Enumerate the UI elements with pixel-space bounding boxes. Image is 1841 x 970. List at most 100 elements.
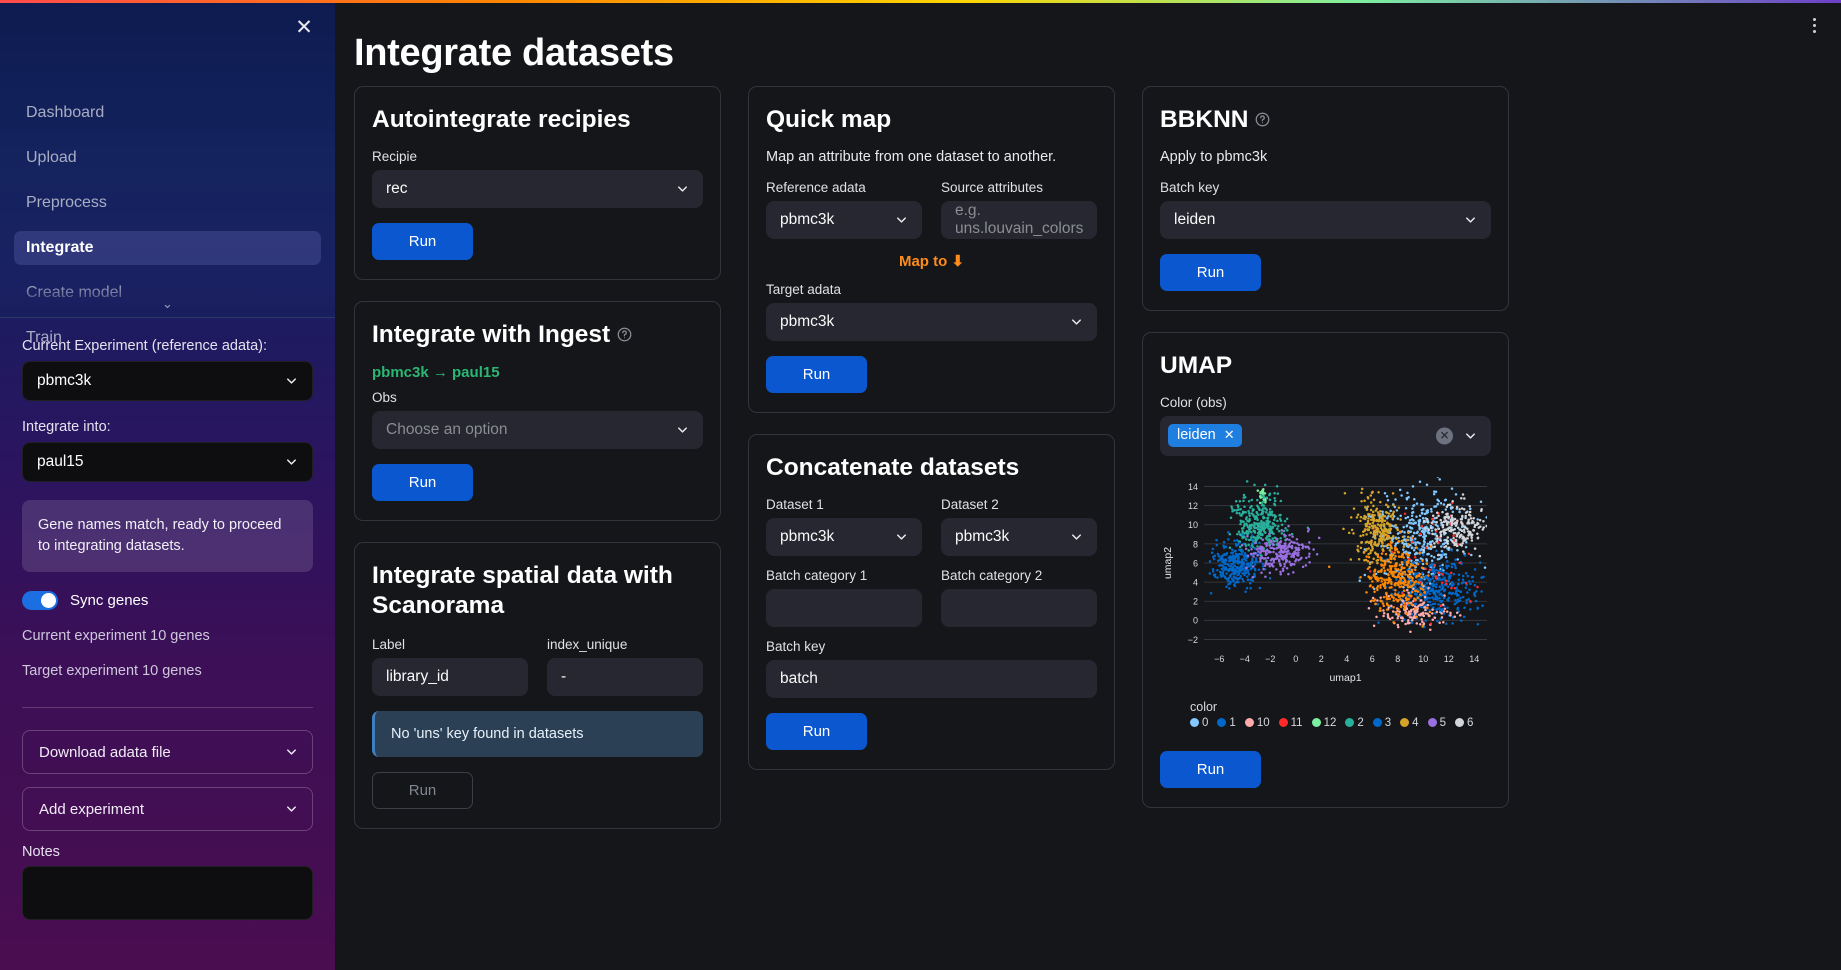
legend-color-dot	[1190, 718, 1199, 728]
svg-text:4: 4	[1193, 577, 1198, 587]
bbknn-batch-key-select[interactable]: leiden	[1160, 200, 1491, 239]
legend-item[interactable]: 5	[1427, 717, 1446, 729]
svg-text:0: 0	[1193, 615, 1198, 625]
scanorama-label-label: Label	[372, 636, 406, 652]
concatenate-batch-key-input[interactable]: batch	[766, 659, 1097, 698]
chevron-down-icon[interactable]	[1463, 428, 1478, 443]
legend-item[interactable]: 4	[1400, 717, 1419, 729]
reference-adata-select[interactable]: pbmc3k	[766, 200, 922, 239]
dataset2-label: Dataset 2	[941, 496, 999, 512]
svg-text:8: 8	[1395, 654, 1400, 664]
umap-color-chip-label: leiden	[1177, 427, 1216, 444]
ingest-run-button[interactable]: Run	[372, 463, 473, 501]
reference-adata-label: Reference adata	[766, 179, 866, 195]
bbknn-run-button[interactable]: Run	[1160, 253, 1261, 291]
legend-item[interactable]: 2	[1345, 716, 1364, 729]
sidebar-item-preprocess[interactable]: Preprocess	[14, 186, 321, 220]
sync-genes-toggle[interactable]	[22, 591, 58, 611]
svg-text:6: 6	[1370, 654, 1375, 664]
index-unique-value: -	[561, 667, 567, 685]
obs-select[interactable]: Choose an option	[372, 410, 703, 449]
sidebar-item-upload[interactable]: Upload	[14, 141, 321, 175]
dataset1-select[interactable]: pbmc3k	[766, 517, 922, 556]
sidebar-nav-scroll-hint: ⌄	[0, 283, 335, 317]
obs-label: Obs	[372, 389, 397, 405]
legend-item[interactable]: 6	[1454, 717, 1473, 729]
ingest-flow-text: pbmc3k → paul15	[372, 363, 500, 381]
help-circle-icon[interactable]	[617, 320, 632, 350]
scanorama-warning: No 'uns' key found in datasets	[372, 710, 703, 757]
close-icon[interactable]: ✕	[1224, 427, 1235, 443]
target-adata-select[interactable]: pbmc3k	[766, 302, 1097, 341]
kebab-menu-icon[interactable]	[1803, 12, 1825, 38]
integrate-into-select[interactable]: paul15	[22, 442, 313, 482]
map-to-indicator: Map to ⬇	[766, 252, 1097, 270]
quickmap-fields-row: Reference adata pbmc3k Source attributes	[766, 180, 1097, 239]
umap-run-button[interactable]: Run	[1160, 750, 1261, 788]
umap-color-chip[interactable]: leiden ✕	[1168, 424, 1242, 448]
clear-circle-icon[interactable]: ✕	[1436, 427, 1453, 445]
recipie-label: Recipie	[372, 148, 418, 164]
notes-textarea[interactable]	[22, 866, 313, 921]
bbknn-title: BBKNN	[1160, 105, 1491, 135]
autointegrate-run-button[interactable]: Run	[372, 222, 473, 260]
sidebar-item-train[interactable]: Train	[14, 321, 321, 355]
page-title: Integrate datasets	[354, 32, 674, 74]
legend-label: 12	[1323, 716, 1337, 729]
scanorama-label-input[interactable]: library_id	[372, 657, 528, 696]
svg-text:2: 2	[1319, 654, 1324, 664]
batch-category1-input[interactable]	[766, 588, 922, 627]
legend-item[interactable]: 0	[1190, 717, 1208, 729]
obs-value: Choose an option	[386, 420, 508, 438]
add-experiment-expander[interactable]: Add experiment	[22, 787, 313, 832]
dataset2-field: Dataset 2 pbmc3k	[941, 497, 1097, 556]
download-adata-expander[interactable]: Download adata file	[22, 730, 313, 775]
umap-color-multiselect[interactable]: leiden ✕ ✕	[1160, 415, 1491, 456]
concatenate-run-button[interactable]: Run	[766, 712, 867, 750]
chevron-down-icon	[894, 212, 909, 227]
integrate-into-value: paul15	[37, 453, 84, 470]
umap-legend-title: color	[1190, 699, 1218, 714]
dataset2-select[interactable]: pbmc3k	[941, 517, 1097, 556]
map-to-label: Map to	[898, 252, 948, 270]
legend-color-dot	[1372, 718, 1382, 728]
sidebar-nav-list: DashboardUploadPreprocessIntegrateCreate…	[14, 96, 321, 366]
scanorama-label-value: library_id	[386, 667, 449, 685]
sidebar-item-integrate[interactable]: Integrate	[14, 231, 321, 265]
help-circle-icon[interactable]	[1255, 105, 1270, 135]
quickmap-run-button[interactable]: Run	[766, 355, 867, 393]
app-root: ✕ DashboardUploadPreprocessIntegrateCrea…	[0, 0, 1841, 970]
source-attributes-input[interactable]: e.g. uns.louvain_colors	[941, 200, 1097, 239]
legend-label: 1	[1229, 716, 1236, 729]
legend-item[interactable]: 3	[1372, 717, 1391, 729]
chevron-down-icon	[284, 374, 299, 389]
svg-text:12: 12	[1188, 501, 1198, 511]
legend-item[interactable]: 1	[1217, 716, 1236, 729]
chevron-down-icon	[1069, 314, 1084, 329]
chevron-down-icon[interactable]: ⌄	[162, 296, 173, 311]
legend-color-dot	[1278, 718, 1288, 728]
sync-genes-row[interactable]: Sync genes	[22, 591, 313, 611]
quickmap-card: Quick map Map an attribute from one data…	[748, 86, 1115, 413]
concatenate-batch-key-label: Batch key	[766, 638, 826, 654]
recipie-select[interactable]: rec	[372, 169, 703, 208]
concatenate-card: Concatenate datasets Dataset 1 pbmc3k Da…	[748, 433, 1115, 770]
legend-item[interactable]: 12	[1311, 716, 1337, 729]
index-unique-input[interactable]: -	[547, 657, 703, 696]
sidebar: ✕ DashboardUploadPreprocessIntegrateCrea…	[0, 0, 335, 970]
batch-category1-field: Batch category 1	[766, 568, 922, 627]
integrate-into-label: Integrate into:	[22, 419, 111, 435]
legend-label: 2	[1357, 716, 1364, 729]
legend-item[interactable]: 11	[1278, 717, 1303, 729]
scanorama-run-button[interactable]: Run	[372, 771, 473, 809]
legend-item[interactable]: 10	[1244, 717, 1270, 729]
scanorama-label-field: Label library_id	[372, 637, 528, 696]
batch-category2-input[interactable]	[941, 588, 1097, 627]
close-icon[interactable]: ✕	[291, 16, 317, 42]
chevron-down-icon	[1463, 212, 1478, 227]
sidebar-item-dashboard[interactable]: Dashboard	[14, 96, 321, 130]
column-left: Autointegrate recipies Recipie rec Run I…	[354, 86, 721, 829]
chevron-down-icon	[1069, 529, 1084, 544]
current-experiment-select[interactable]: pbmc3k	[22, 361, 313, 401]
legend-color-dot	[1400, 718, 1410, 728]
